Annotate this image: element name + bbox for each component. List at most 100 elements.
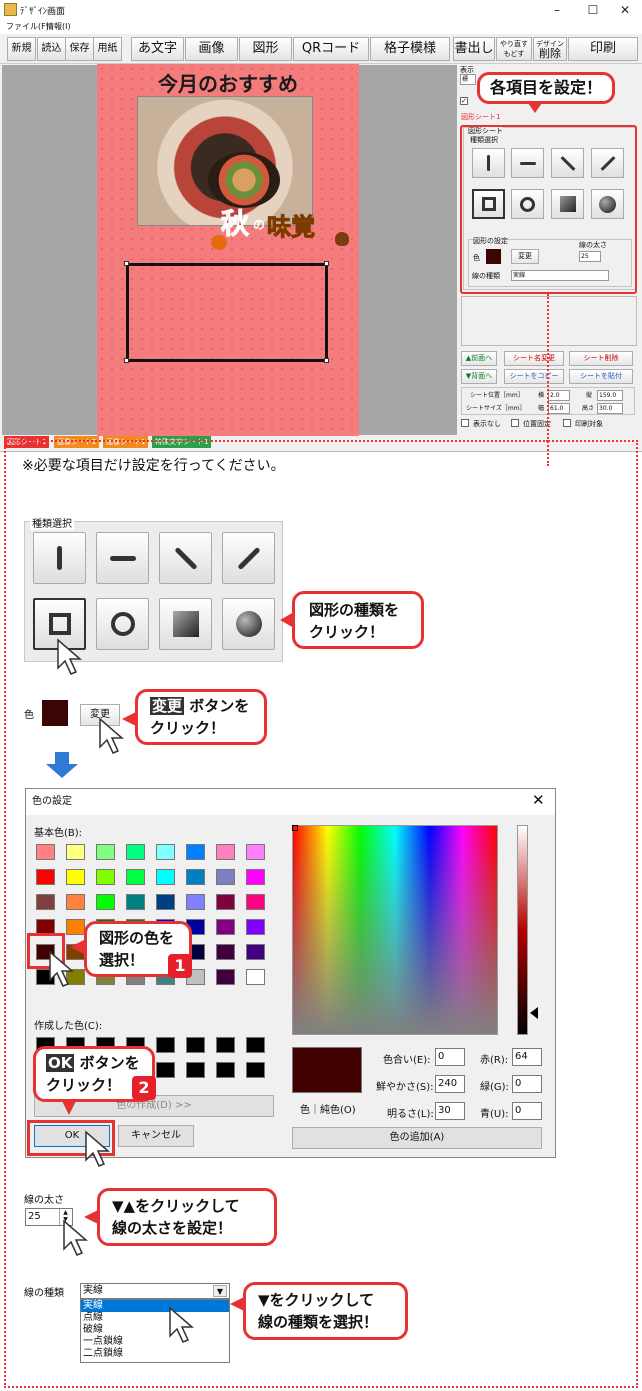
qr-button[interactable]: QRコード: [293, 37, 369, 61]
design-delete-button[interactable]: デザイン 削除: [533, 37, 567, 61]
linetype-option-dash-dot[interactable]: 一点鎖線: [81, 1336, 229, 1348]
load-button[interactable]: 読込: [37, 37, 66, 61]
bring-front-button[interactable]: ▲前面へ: [461, 351, 497, 366]
big-circle-outline-button[interactable]: [96, 598, 149, 650]
green-label: 緑(G):: [480, 1082, 509, 1093]
down-arrow-shaft: [55, 752, 69, 764]
hue-input[interactable]: 0: [435, 1048, 465, 1066]
big-vertical-line-button[interactable]: [33, 532, 86, 584]
cursor-icon: [63, 1219, 89, 1256]
hue-label: 色合い(E):: [383, 1055, 431, 1066]
step-1-badge: 1: [168, 954, 192, 978]
menu-info[interactable]: 情報(I): [46, 21, 71, 32]
linetype-dropdown-list: 実線 点線 破線 一点鎖線 二点鎖線: [80, 1299, 230, 1363]
window-title: ﾃﾞｻﾞｲﾝ画面: [20, 7, 66, 17]
callout-shape-kind: 図形の種類を クリック！: [292, 591, 424, 649]
y-input[interactable]: 159.0: [597, 390, 623, 401]
app-icon: [4, 3, 17, 16]
rectangle-shape[interactable]: [126, 263, 328, 362]
big-diagonal-up-button[interactable]: [222, 532, 275, 584]
custom-color-slot[interactable]: [216, 1037, 235, 1053]
resize-handle-tl[interactable]: [124, 261, 129, 266]
custom-color-slot[interactable]: [186, 1062, 205, 1078]
copy-sheet-button[interactable]: シートをコピー: [504, 369, 564, 384]
cursor-icon: [49, 950, 75, 987]
big-circle-filled-button[interactable]: [222, 598, 275, 650]
lum-input[interactable]: 30: [435, 1102, 465, 1120]
big-diagonal-down-button[interactable]: [159, 532, 212, 584]
resize-handle-bl[interactable]: [124, 358, 129, 363]
menu-file[interactable]: ファイル(F): [6, 21, 49, 32]
add-custom-color-button[interactable]: 色の追加(A): [292, 1127, 542, 1149]
chestnut-icon: [335, 232, 349, 246]
text-button[interactable]: あ文字: [131, 37, 184, 61]
custom-color-slot[interactable]: [156, 1062, 175, 1078]
display-select[interactable]: 標: [460, 74, 476, 85]
linetype-option-dashed[interactable]: 破線: [81, 1324, 229, 1336]
custom-color-slot[interactable]: [246, 1037, 265, 1053]
w-input[interactable]: 61.0: [548, 403, 570, 414]
noprint-checkbox[interactable]: [563, 419, 571, 427]
fix-position-checkbox[interactable]: [511, 419, 519, 427]
color-spectrum[interactable]: [292, 825, 498, 1035]
image-button[interactable]: 画像: [185, 37, 238, 61]
dialog-close-icon[interactable]: ✕: [532, 791, 545, 809]
cancel-button[interactable]: キャンセル: [118, 1125, 194, 1147]
linetype-option-dash-dot-dot[interactable]: 二点鎖線: [81, 1348, 229, 1360]
callout-ok-keyword: OK: [46, 1054, 75, 1072]
cursor-icon: [85, 1130, 111, 1167]
shape-button[interactable]: 図形: [239, 37, 292, 61]
callout-change: 変更 ボタンを クリック！: [135, 689, 267, 745]
red-input[interactable]: 64: [512, 1048, 542, 1066]
linetype-option-solid[interactable]: 実線: [81, 1300, 229, 1312]
sat-input[interactable]: 240: [435, 1075, 465, 1093]
close-button[interactable]: ✕: [608, 0, 642, 20]
resize-handle-br[interactable]: [324, 358, 329, 363]
dropdown-arrow-icon[interactable]: ▼: [213, 1285, 227, 1297]
red-label: 赤(R):: [480, 1055, 509, 1066]
grid-button[interactable]: 格子模様: [370, 37, 450, 61]
paste-sheet-button[interactable]: シートを貼付: [569, 369, 633, 384]
callout-width: ▼▲をクリックして 線の太さを設定！: [97, 1188, 277, 1246]
delete-sheet-button[interactable]: シート削除: [569, 351, 633, 366]
h-input[interactable]: 30.0: [597, 403, 623, 414]
x-input[interactable]: 2.0: [548, 390, 570, 401]
export-button[interactable]: 書出し: [453, 37, 495, 61]
display-checkbox[interactable]: ✓: [460, 97, 468, 105]
blue-label: 青(U):: [480, 1109, 509, 1120]
custom-color-slot[interactable]: [246, 1062, 265, 1078]
logo-no: の: [253, 218, 266, 232]
luminance-pointer-icon[interactable]: [530, 1007, 538, 1019]
luminance-slider[interactable]: [517, 825, 528, 1035]
big-rectangle-filled-button[interactable]: [159, 598, 212, 650]
save-button[interactable]: 保存: [65, 37, 94, 61]
green-input[interactable]: 0: [512, 1075, 542, 1093]
hide-checkbox[interactable]: [461, 419, 469, 427]
callout-change-line1: 変更 ボタンを: [150, 695, 264, 717]
logo-aki: 秋: [220, 207, 250, 241]
linetype-row-label: 線の種類: [24, 1288, 64, 1299]
custom-color-slot[interactable]: [156, 1037, 175, 1053]
print-button[interactable]: 印刷: [568, 37, 638, 61]
sheet-title: 今月のおすすめ: [158, 72, 298, 96]
paper-button[interactable]: 用紙: [93, 37, 122, 61]
callout-change-suffix: ボタンを: [189, 697, 250, 715]
blue-input[interactable]: 0: [512, 1102, 542, 1120]
callout-width-line2: 線の太さを設定！: [112, 1219, 233, 1237]
resize-handle-tr[interactable]: [324, 261, 329, 266]
callout-width-pointer: [84, 1210, 98, 1224]
linetype-option-dotted[interactable]: 点線: [81, 1312, 229, 1324]
linetype-row-select[interactable]: 実線: [80, 1283, 230, 1299]
send-back-button[interactable]: ▼背面へ: [461, 369, 497, 384]
minimize-button[interactable]: –: [540, 0, 574, 20]
design-sheet[interactable]: 今月のおすすめ 秋 の 味覚: [97, 64, 359, 436]
noprint-label: 印刷対象: [575, 420, 603, 428]
rename-sheet-button[interactable]: シート名変更: [504, 351, 564, 366]
callout-set-items-pointer: [528, 103, 542, 113]
undo-button[interactable]: やり直す もどす: [496, 37, 532, 61]
custom-color-slot[interactable]: [186, 1037, 205, 1053]
big-horizontal-line-button[interactable]: [96, 532, 149, 584]
custom-color-slot[interactable]: [216, 1062, 235, 1078]
maximize-button[interactable]: ☐: [576, 0, 610, 20]
new-button[interactable]: 新規: [7, 37, 36, 61]
